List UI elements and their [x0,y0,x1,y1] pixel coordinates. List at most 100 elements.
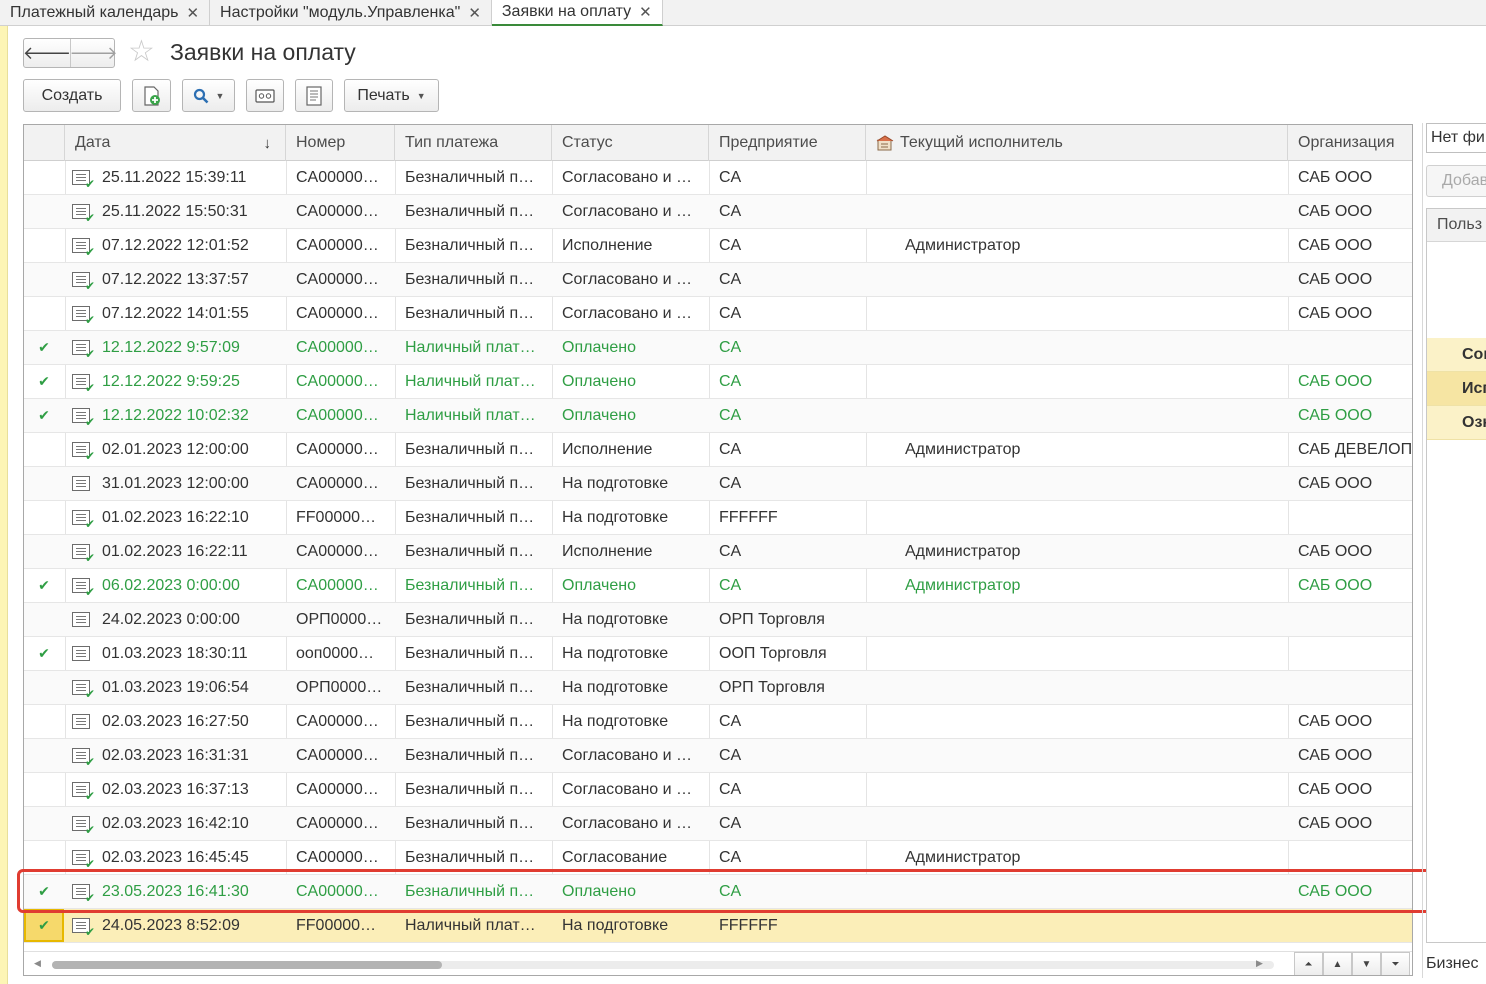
scroll-up-icon[interactable]: ▲ [1323,952,1352,975]
column-header-current-executor[interactable]: Текущий исполнитель [866,125,1288,161]
date-cell[interactable]: ✔ 12.12.2022 10:02:32 [72,399,272,432]
horizontal-scrollbar[interactable]: ◀ ▶ [24,951,1412,975]
table-row[interactable]: ✔ 02.03.2023 16:31:31 CA00000… Безналичный … [24,739,1412,773]
number-cell[interactable]: CA00000… [296,297,392,330]
enterprise-cell[interactable]: CA [719,467,859,500]
check-cell[interactable] [24,841,64,874]
check-cell[interactable] [24,467,64,500]
enterprise-cell[interactable]: CA [719,263,859,296]
enterprise-cell[interactable]: CA [719,875,859,908]
date-cell[interactable]: ✔ 02.03.2023 16:31:31 [72,739,272,772]
date-cell[interactable]: 01.03.2023 18:30:11 [72,637,272,670]
number-cell[interactable]: ОРП0000… [296,603,392,636]
date-cell[interactable]: ✔ 02.03.2023 16:42:10 [72,807,272,840]
executor-cell[interactable] [905,739,1285,772]
create-button[interactable]: Создать [23,79,121,112]
check-cell[interactable] [24,705,64,738]
executor-cell[interactable] [905,807,1285,840]
executor-cell[interactable] [905,671,1285,704]
number-cell[interactable]: CA00000… [296,331,392,364]
check-cell[interactable] [24,501,64,534]
executor-cell[interactable] [905,501,1285,534]
table-row[interactable]: ✔ 01.02.2023 16:22:10 FF00000… Безналичный … [24,501,1412,535]
table-row[interactable]: ✔ 02.03.2023 16:37:13 CA00000… Безналичный … [24,773,1412,807]
executor-cell[interactable] [905,909,1285,942]
executor-cell[interactable] [905,297,1285,330]
status-cell[interactable]: Согласование [562,841,702,874]
create-copy-button[interactable] [132,79,171,112]
number-cell[interactable]: ОРП0000… [296,671,392,704]
scroll-right-arrow-icon[interactable]: ▶ [1256,958,1263,969]
cassette-button[interactable] [246,79,284,112]
table-row[interactable]: ✔ ✔ 24.05.2023 8:52:09 FF00000… Наличный пла… [24,909,1412,943]
scroll-left-arrow-icon[interactable]: ◀ [34,958,41,969]
number-cell[interactable]: CA00000… [296,535,392,568]
payment-type-cell[interactable]: Безналичный п… [405,671,545,704]
number-cell[interactable]: CA00000… [296,841,392,874]
date-cell[interactable]: ✔ 01.03.2023 19:06:54 [72,671,272,704]
payment-type-cell[interactable]: Наличный плат… [405,909,545,942]
check-cell[interactable] [24,297,64,330]
status-cell[interactable]: Согласовано и … [562,739,702,772]
status-cell[interactable]: Оплачено [562,331,702,364]
date-cell[interactable]: ✔ 02.03.2023 16:37:13 [72,773,272,806]
column-header-check[interactable] [24,125,65,161]
table-row[interactable]: ✔ ✔ 12.12.2022 9:59:25 CA00000… Наличный пла… [24,365,1412,399]
payment-type-cell[interactable]: Безналичный п… [405,195,545,228]
check-cell[interactable]: ✔ [24,875,64,908]
enterprise-cell[interactable]: ОРП Торговля [719,603,859,636]
filter-field[interactable]: Нет фи [1426,123,1486,153]
executor-cell[interactable] [905,399,1285,432]
add-button[interactable]: Добав [1426,165,1486,197]
date-cell[interactable]: ✔ 12.12.2022 9:57:09 [72,331,272,364]
enterprise-cell[interactable]: CA [719,365,859,398]
table-row[interactable]: ✔ 02.03.2023 16:45:45 CA00000… Безналичный … [24,841,1412,875]
number-cell[interactable]: CA00000… [296,739,392,772]
enterprise-cell[interactable]: CA [719,161,859,194]
executor-cell[interactable] [905,603,1285,636]
enterprise-cell[interactable]: CA [719,331,859,364]
table-row[interactable]: ✔ 01.03.2023 19:06:54 ОРП0000… Безналичный … [24,671,1412,705]
executor-cell[interactable] [905,331,1285,364]
date-cell[interactable]: ✔ 25.11.2022 15:39:11 [72,161,272,194]
executor-cell[interactable] [905,365,1285,398]
search-button[interactable]: ▼ [182,79,235,112]
payment-type-cell[interactable]: Наличный плат… [405,365,545,398]
organization-cell[interactable] [1298,841,1412,874]
table-row[interactable]: ✔ 01.03.2023 18:30:11 ооп0000… Безналичный … [24,637,1412,671]
organization-cell[interactable]: САБ ООО [1298,229,1412,262]
number-cell[interactable]: CA00000… [296,229,392,262]
number-cell[interactable]: CA00000… [296,399,392,432]
table-row[interactable]: ✔ 25.11.2022 15:39:11 CA00000… Безналичный … [24,161,1412,195]
number-cell[interactable]: FF00000… [296,501,392,534]
payment-type-cell[interactable]: Безналичный п… [405,705,545,738]
list-item[interactable]: Озн [1427,406,1486,440]
executor-cell[interactable] [905,467,1285,500]
date-cell[interactable]: ✔ 01.02.2023 16:22:10 [72,501,272,534]
number-cell[interactable]: CA00000… [296,467,392,500]
table-row[interactable]: ✔ ✔ 06.02.2023 0:00:00 CA00000… Безналичный … [24,569,1412,603]
organization-cell[interactable] [1298,331,1412,364]
executor-cell[interactable] [905,875,1285,908]
check-cell[interactable] [24,433,64,466]
table-row[interactable]: ✔ ✔ 23.05.2023 16:41:30 CA00000… Безналичный… [24,875,1412,909]
status-cell[interactable]: Оплачено [562,875,702,908]
number-cell[interactable]: CA00000… [296,875,392,908]
status-cell[interactable]: На подготовке [562,705,702,738]
user-list-header[interactable]: Польз [1427,209,1486,242]
organization-cell[interactable]: САБ ООО [1298,739,1412,772]
organization-cell[interactable]: САБ ООО [1298,569,1412,602]
payment-type-cell[interactable]: Безналичный п… [405,161,545,194]
payment-type-cell[interactable]: Безналичный п… [405,569,545,602]
check-cell[interactable]: ✔ [24,331,64,364]
executor-cell[interactable] [905,705,1285,738]
close-icon[interactable]: ✕ [639,3,652,21]
payment-type-cell[interactable]: Безналичный п… [405,807,545,840]
organization-cell[interactable] [1298,909,1412,942]
enterprise-cell[interactable]: CA [719,433,859,466]
organization-cell[interactable]: САБ ООО [1298,161,1412,194]
payment-type-cell[interactable]: Безналичный п… [405,297,545,330]
status-cell[interactable]: Исполнение [562,535,702,568]
organization-cell[interactable]: САБ ООО [1298,773,1412,806]
status-cell[interactable]: На подготовке [562,603,702,636]
